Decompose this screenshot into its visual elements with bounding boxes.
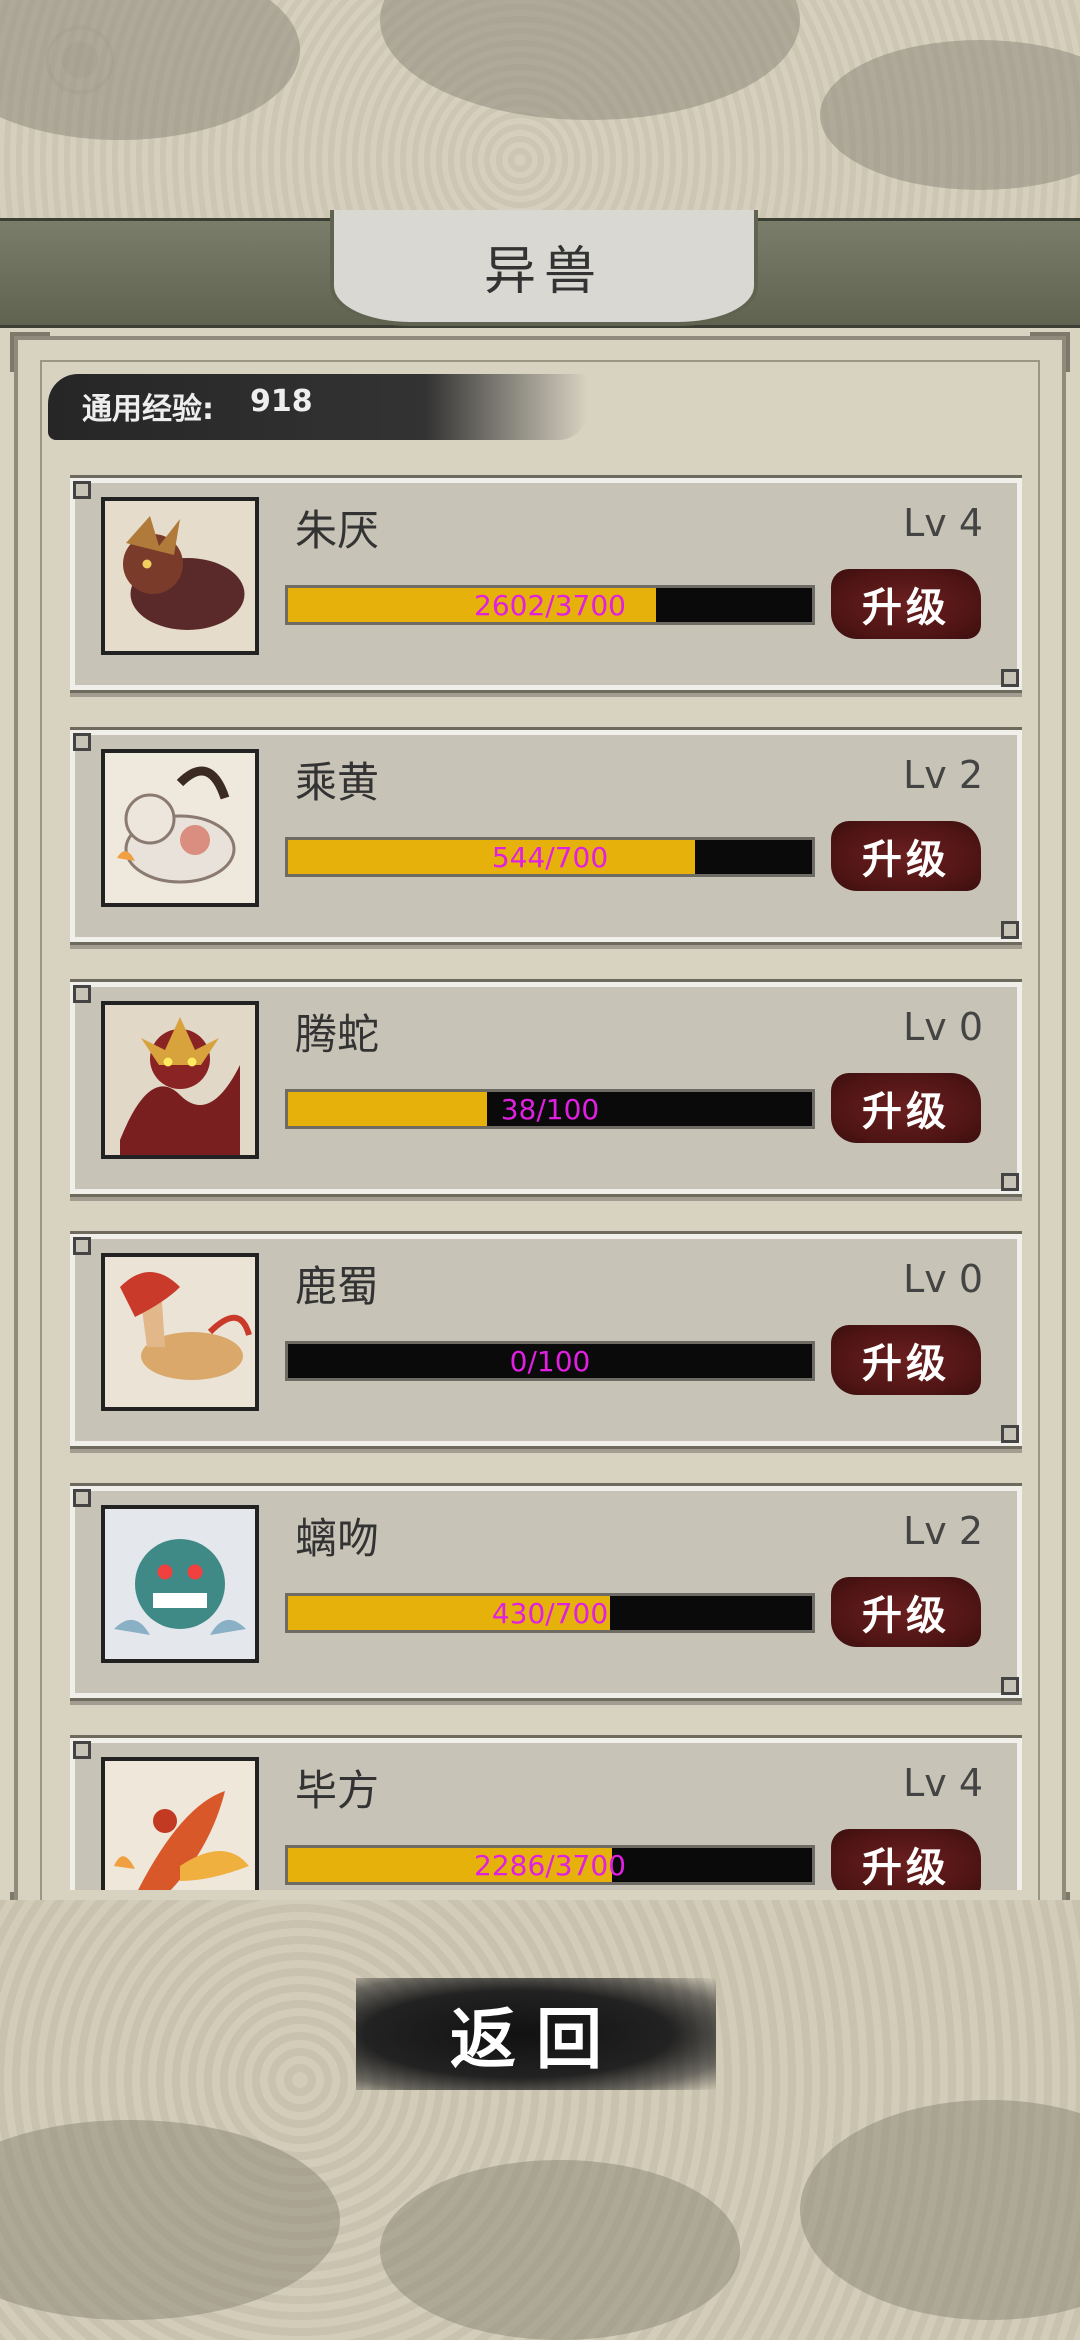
upgrade-button[interactable]: 升级 [831, 1073, 981, 1143]
bottom-decoration [0, 1900, 1080, 2340]
exp-progress-text: 0/100 [509, 1344, 591, 1378]
beast-portrait [101, 497, 259, 655]
corner-ornament [1030, 332, 1070, 372]
beast-portrait-icon [105, 1509, 255, 1659]
exp-progress-bar: 38/100 [285, 1089, 815, 1129]
exp-progress-bar: 2602/3700 [285, 585, 815, 625]
exp-progress-text: 544/700 [491, 840, 609, 874]
corner-ornament [10, 332, 50, 372]
beast-portrait [101, 1001, 259, 1159]
exp-progress-text: 2602/3700 [474, 588, 626, 622]
exp-progress-bar: 544/700 [285, 837, 815, 877]
beast-portrait [101, 1505, 259, 1663]
experience-value: 918 [250, 384, 313, 419]
exp-progress-text: 430/700 [491, 1596, 609, 1630]
experience-label: 通用经验: [82, 392, 214, 427]
beast-portrait [101, 1253, 259, 1411]
exp-progress-bar: 430/700 [285, 1593, 815, 1633]
beast-name: 螭吻 [295, 1514, 380, 1563]
beast-portrait-icon [105, 1761, 255, 1890]
beast-list[interactable]: 朱厌 Lv 4 2602/3700 升级 乘黄 Lv 2 544/700 升级 [70, 472, 1022, 1890]
beast-card[interactable]: 朱厌 Lv 4 2602/3700 升级 [70, 478, 1022, 690]
upgrade-button[interactable]: 升级 [831, 1577, 981, 1647]
page-title: 异兽 [483, 241, 604, 302]
exp-progress-bar: 0/100 [285, 1341, 815, 1381]
beast-level: Lv 4 [903, 1761, 983, 1805]
beast-name: 毕方 [295, 1766, 380, 1815]
title-plate: 异兽 [330, 210, 758, 326]
beast-card[interactable]: 鹿蜀 Lv 0 0/100 升级 [70, 1234, 1022, 1446]
exp-progress-bar: 2286/3700 [285, 1845, 815, 1885]
beast-name: 朱厌 [295, 506, 380, 555]
upgrade-button[interactable]: 升级 [831, 569, 981, 639]
upgrade-button[interactable]: 升级 [831, 1829, 981, 1890]
beast-card[interactable]: 乘黄 Lv 2 544/700 升级 [70, 730, 1022, 942]
beast-portrait [101, 1757, 259, 1890]
beast-portrait-icon [105, 501, 255, 651]
beast-name: 鹿蜀 [295, 1262, 380, 1311]
back-button-label: 返回 [450, 2000, 622, 2078]
upgrade-button[interactable]: 升级 [831, 1325, 981, 1395]
upgrade-button[interactable]: 升级 [831, 821, 981, 891]
beast-level: Lv 2 [903, 753, 983, 797]
beast-level: Lv 0 [903, 1257, 983, 1301]
beast-portrait [101, 749, 259, 907]
beast-portrait-icon [105, 1005, 255, 1155]
beast-portrait-icon [105, 753, 255, 903]
beast-level: Lv 2 [903, 1509, 983, 1553]
beast-card[interactable]: 腾蛇 Lv 0 38/100 升级 [70, 982, 1022, 1194]
back-button[interactable]: 返回 [356, 1978, 716, 2090]
exp-progress-text: 2286/3700 [474, 1848, 626, 1882]
beast-level: Lv 4 [903, 501, 983, 545]
beast-card[interactable]: 螭吻 Lv 2 430/700 升级 [70, 1486, 1022, 1698]
exp-progress-text: 38/100 [500, 1092, 600, 1126]
beast-name: 乘黄 [295, 758, 380, 807]
beast-level: Lv 0 [903, 1005, 983, 1049]
beast-portrait-icon [105, 1257, 255, 1407]
beast-name: 腾蛇 [295, 1010, 380, 1059]
beast-card[interactable]: 毕方 Lv 4 2286/3700 升级 [70, 1738, 1022, 1890]
top-decoration [0, 0, 1080, 230]
